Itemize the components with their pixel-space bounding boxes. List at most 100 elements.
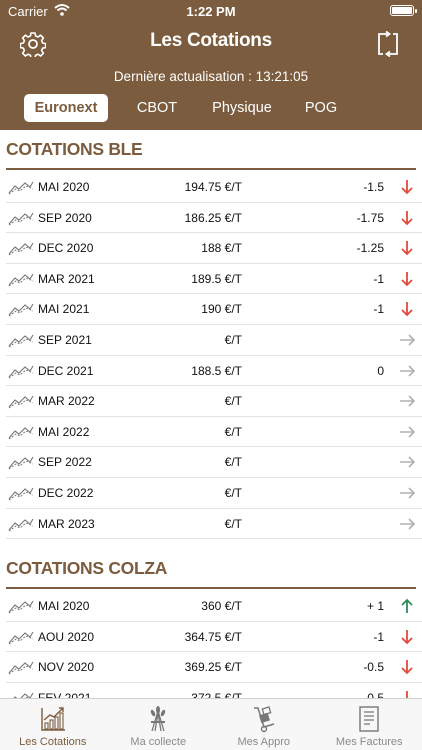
trend-chart-icon (8, 518, 34, 531)
section-divider (6, 587, 416, 590)
quote-row[interactable]: SEP 2021 €/T (6, 325, 422, 356)
trend-chart-icon (8, 242, 34, 256)
contract-month: NOV 2020 (38, 660, 95, 675)
swap-icon[interactable] (376, 31, 400, 57)
quote-row[interactable]: DEC 2022 €/T (6, 478, 422, 509)
arrow-right-icon (400, 487, 416, 499)
contract-month: AOU 2020 (38, 629, 95, 644)
quote-change: -1 (373, 271, 384, 286)
quote-change: -0.5 (363, 660, 384, 675)
market-tabs: Euronext CBOT Physique POG (24, 94, 356, 122)
tabbar-item-collecte[interactable]: Ma collecte (106, 699, 212, 750)
quote-row[interactable]: SEP 2022 €/T (6, 447, 422, 478)
arrow-up-icon (401, 598, 413, 614)
arrow-right-icon (400, 517, 416, 530)
quote-price: 190 €/T (201, 302, 242, 317)
trend-chart-icon (8, 487, 34, 501)
quote-price: €/T (224, 455, 242, 470)
bottom-tab-bar: Les Cotations Ma collecte Mes Appro Mes … (0, 698, 422, 750)
quote-price: €/T (224, 394, 242, 409)
trend-chart-icon (8, 304, 34, 317)
quote-row[interactable]: MAI 2020 194.75 €/T -1.5 (6, 172, 422, 203)
quote-change: -1 (373, 302, 384, 317)
quote-row[interactable]: DEC 2021 188.5 €/T 0 (6, 356, 422, 387)
arrow-down-icon (401, 180, 413, 195)
tabbar-label: Mes Appro (237, 736, 291, 748)
contract-month: MAI 2020 (38, 180, 90, 194)
quote-change: + 1 (366, 599, 384, 614)
quote-row[interactable]: MAR 2023 €/T (6, 509, 422, 540)
quote-price: 189.5 €/T (191, 271, 242, 286)
quote-price: 360 €/T (201, 599, 242, 614)
tabbar-label: Les Cotations (19, 736, 87, 748)
contract-month: DEC 2021 (38, 363, 94, 378)
status-bar: Carrier 1:22 PM (0, 0, 422, 22)
trend-chart-icon (8, 334, 34, 348)
quote-row[interactable]: AOU 2020 364.75 €/T -1 (6, 622, 422, 653)
trend-chart-icon (8, 395, 34, 409)
quote-price: 186.25 €/T (184, 210, 242, 225)
tab-cbot[interactable]: CBOT (116, 94, 198, 122)
quotes-list[interactable]: COTATIONS BLE MAI 2020 194.75 €/T -1.5 SEP … (0, 130, 422, 698)
quote-row[interactable]: MAR 2021 189.5 €/T -1 (6, 264, 422, 295)
tabbar-label: Ma collecte (130, 736, 187, 748)
quote-price: €/T (224, 485, 242, 500)
section-divider (6, 168, 416, 170)
contract-month: SEP 2021 (38, 332, 92, 347)
arrow-right-icon (400, 334, 416, 346)
tabbar-item-appro[interactable]: Mes Appro (211, 699, 317, 750)
quote-row[interactable]: FEV 2021 372.5 €/T -0.5 (6, 683, 422, 698)
tabbar-item-factures[interactable]: Mes Factures (317, 699, 422, 750)
quote-price: 188.5 €/T (191, 363, 242, 378)
contract-month: MAR 2021 (38, 271, 95, 286)
quote-price: €/T (224, 516, 242, 531)
arrow-down-icon (401, 660, 413, 675)
trend-chart-icon (8, 212, 34, 226)
contract-month: DEC 2022 (38, 485, 94, 500)
clock: 1:22 PM (186, 4, 236, 19)
quote-row[interactable]: NOV 2020 369.25 €/T -0.5 (6, 652, 422, 683)
section-title-colza: COTATIONS COLZA (6, 558, 168, 579)
arrow-down-icon (401, 302, 413, 317)
quote-row[interactable]: DEC 2020 188 €/T -1.25 (6, 233, 422, 264)
wheat-icon (151, 706, 166, 732)
quote-price: 364.75 €/T (184, 629, 242, 644)
ble-rows: MAI 2020 194.75 €/T -1.5 SEP 2020 186.25 €/T… (0, 172, 422, 540)
quote-row[interactable]: MAI 2022 €/T (6, 417, 422, 448)
tab-physique[interactable]: Physique (198, 94, 286, 122)
arrow-right-icon (400, 426, 416, 438)
quote-row[interactable]: MAI 2020 360 €/T + 1 (6, 591, 422, 622)
section-title-ble: COTATIONS BLE (6, 139, 143, 159)
trend-chart-icon (8, 365, 34, 378)
contract-month: SEP 2020 (38, 210, 92, 225)
quote-change: -1.5 (363, 180, 384, 194)
invoice-icon (359, 706, 379, 732)
quote-change: -1.25 (356, 241, 384, 256)
contract-month: MAR 2022 (38, 394, 95, 409)
quote-row[interactable]: MAR 2022 €/T (6, 386, 422, 417)
quote-price: €/T (224, 332, 242, 347)
header: Les Cotations Dernière actualisation : 1… (0, 22, 422, 130)
tabbar-item-cotations[interactable]: Les Cotations (0, 699, 106, 750)
trend-chart-icon (8, 631, 34, 645)
contract-month: MAR 2023 (38, 516, 95, 531)
trend-chart-icon (8, 457, 34, 470)
contract-month: MAI 2020 (38, 599, 90, 614)
quote-change: -1.75 (356, 210, 384, 225)
trend-chart-icon (13, 692, 34, 698)
trend-chart-icon (8, 662, 34, 675)
tab-euronext[interactable]: Euronext (24, 94, 108, 122)
arrow-down-icon (401, 629, 413, 644)
quote-price: €/T (224, 424, 242, 439)
quote-change: 0 (377, 363, 384, 378)
arrow-down-icon (401, 271, 413, 287)
quote-change: -1 (373, 629, 384, 644)
page-title: Les Cotations (150, 30, 272, 51)
tab-pog[interactable]: POG (286, 94, 356, 122)
contract-month: MAI 2021 (38, 302, 90, 317)
arrow-down-icon (406, 690, 408, 698)
quote-row[interactable]: MAI 2021 190 €/T -1 (6, 294, 422, 325)
quote-row[interactable]: SEP 2020 186.25 €/T -1.75 (6, 203, 422, 234)
quote-change: -0.5 (363, 690, 384, 698)
